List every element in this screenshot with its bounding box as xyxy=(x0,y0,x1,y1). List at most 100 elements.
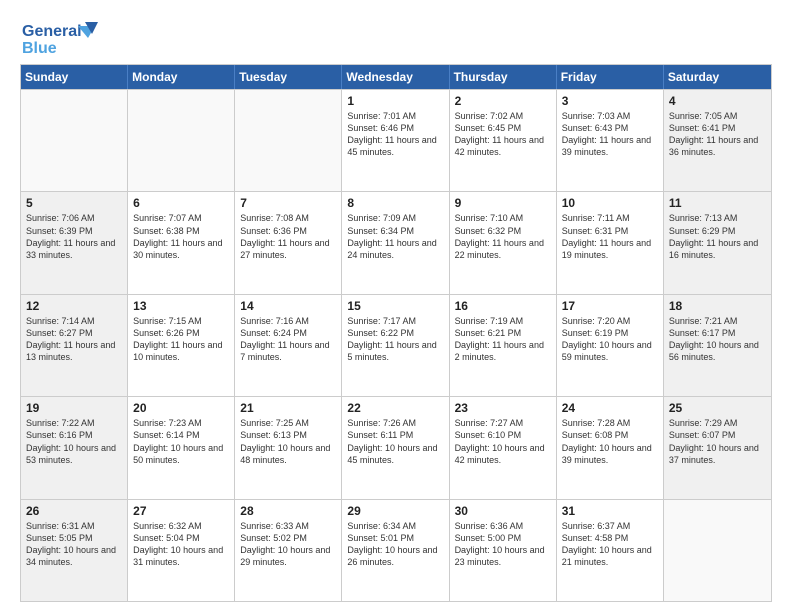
day-info: Sunrise: 7:09 AM Sunset: 6:34 PM Dayligh… xyxy=(347,212,443,261)
day-info: Sunrise: 7:22 AM Sunset: 6:16 PM Dayligh… xyxy=(26,417,122,466)
svg-text:Blue: Blue xyxy=(22,40,57,56)
day-info: Sunrise: 6:33 AM Sunset: 5:02 PM Dayligh… xyxy=(240,520,336,569)
calendar-cell: 18 Sunrise: 7:21 AM Sunset: 6:17 PM Dayli… xyxy=(664,295,771,396)
day-info: Sunrise: 7:03 AM Sunset: 6:43 PM Dayligh… xyxy=(562,110,658,159)
day-number: 18 xyxy=(669,299,766,313)
weekday-header: Sunday xyxy=(21,65,128,89)
calendar-week: 5Sunrise: 7:06 AM Sunset: 6:39 PM Daylig… xyxy=(21,191,771,293)
day-info: Sunrise: 7:14 AM Sunset: 6:27 PM Dayligh… xyxy=(26,315,122,364)
day-info: Sunrise: 7:10 AM Sunset: 6:32 PM Dayligh… xyxy=(455,212,551,261)
day-number: 9 xyxy=(455,196,551,210)
day-number: 16 xyxy=(455,299,551,313)
day-info: Sunrise: 7:13 AM Sunset: 6:29 PM Dayligh… xyxy=(669,212,766,261)
day-number: 6 xyxy=(133,196,229,210)
calendar-cell: 13 Sunrise: 7:15 AM Sunset: 6:26 PM Dayli… xyxy=(128,295,235,396)
calendar: SundayMondayTuesdayWednesdayThursdayFrid… xyxy=(20,64,772,602)
calendar-week: 12Sunrise: 7:14 AM Sunset: 6:27 PM Dayli… xyxy=(21,294,771,396)
day-info: Sunrise: 7:08 AM Sunset: 6:36 PM Dayligh… xyxy=(240,212,336,261)
calendar-cell: 3 Sunrise: 7:03 AM Sunset: 6:43 PM Daylig… xyxy=(557,90,664,191)
day-number: 26 xyxy=(26,504,122,518)
day-number: 24 xyxy=(562,401,658,415)
day-number: 14 xyxy=(240,299,336,313)
day-info: Sunrise: 7:17 AM Sunset: 6:22 PM Dayligh… xyxy=(347,315,443,364)
day-info: Sunrise: 6:32 AM Sunset: 5:04 PM Dayligh… xyxy=(133,520,229,569)
calendar-cell: 25Sunrise: 7:29 AM Sunset: 6:07 PM Dayli… xyxy=(664,397,771,498)
day-number: 4 xyxy=(669,94,766,108)
day-info: Sunrise: 6:34 AM Sunset: 5:01 PM Dayligh… xyxy=(347,520,443,569)
day-info: Sunrise: 7:21 AM Sunset: 6:17 PM Dayligh… xyxy=(669,315,766,364)
day-info: Sunrise: 6:31 AM Sunset: 5:05 PM Dayligh… xyxy=(26,520,122,569)
calendar-cell: 28 Sunrise: 6:33 AM Sunset: 5:02 PM Dayli… xyxy=(235,500,342,601)
weekday-header: Thursday xyxy=(450,65,557,89)
day-number: 8 xyxy=(347,196,443,210)
calendar-cell: 31Sunrise: 6:37 AM Sunset: 4:58 PM Dayli… xyxy=(557,500,664,601)
day-info: Sunrise: 7:23 AM Sunset: 6:14 PM Dayligh… xyxy=(133,417,229,466)
calendar-cell: 6 Sunrise: 7:07 AM Sunset: 6:38 PM Daylig… xyxy=(128,192,235,293)
calendar-cell: 20 Sunrise: 7:23 AM Sunset: 6:14 PM Dayli… xyxy=(128,397,235,498)
calendar-cell: 5Sunrise: 7:06 AM Sunset: 6:39 PM Daylig… xyxy=(21,192,128,293)
calendar-cell: 10Sunrise: 7:11 AM Sunset: 6:31 PM Dayli… xyxy=(557,192,664,293)
day-info: Sunrise: 7:19 AM Sunset: 6:21 PM Dayligh… xyxy=(455,315,551,364)
day-number: 19 xyxy=(26,401,122,415)
weekday-header: Wednesday xyxy=(342,65,449,89)
weekday-header: Tuesday xyxy=(235,65,342,89)
calendar-cell: 19 Sunrise: 7:22 AM Sunset: 6:16 PM Dayli… xyxy=(21,397,128,498)
calendar-cell: 9 Sunrise: 7:10 AM Sunset: 6:32 PM Daylig… xyxy=(450,192,557,293)
day-number: 29 xyxy=(347,504,443,518)
day-info: Sunrise: 6:36 AM Sunset: 5:00 PM Dayligh… xyxy=(455,520,551,569)
day-info: Sunrise: 7:06 AM Sunset: 6:39 PM Dayligh… xyxy=(26,212,122,261)
day-info: Sunrise: 7:07 AM Sunset: 6:38 PM Dayligh… xyxy=(133,212,229,261)
calendar-body: 1Sunrise: 7:01 AM Sunset: 6:46 PM Daylig… xyxy=(21,89,771,601)
calendar-week: 1Sunrise: 7:01 AM Sunset: 6:46 PM Daylig… xyxy=(21,89,771,191)
calendar-cell xyxy=(235,90,342,191)
day-number: 20 xyxy=(133,401,229,415)
day-number: 10 xyxy=(562,196,658,210)
calendar-cell: 4 Sunrise: 7:05 AM Sunset: 6:41 PM Daylig… xyxy=(664,90,771,191)
calendar-cell: 1Sunrise: 7:01 AM Sunset: 6:46 PM Daylig… xyxy=(342,90,449,191)
day-info: Sunrise: 7:20 AM Sunset: 6:19 PM Dayligh… xyxy=(562,315,658,364)
calendar-cell: 21 Sunrise: 7:25 AM Sunset: 6:13 PM Dayli… xyxy=(235,397,342,498)
logo: General Blue xyxy=(20,18,100,56)
calendar-cell: 12Sunrise: 7:14 AM Sunset: 6:27 PM Dayli… xyxy=(21,295,128,396)
day-number: 25 xyxy=(669,401,766,415)
day-number: 13 xyxy=(133,299,229,313)
day-number: 2 xyxy=(455,94,551,108)
calendar-cell: 15 Sunrise: 7:17 AM Sunset: 6:22 PM Dayli… xyxy=(342,295,449,396)
calendar-cell: 2 Sunrise: 7:02 AM Sunset: 6:45 PM Daylig… xyxy=(450,90,557,191)
day-number: 27 xyxy=(133,504,229,518)
calendar-cell: 8 Sunrise: 7:09 AM Sunset: 6:34 PM Daylig… xyxy=(342,192,449,293)
day-info: Sunrise: 7:15 AM Sunset: 6:26 PM Dayligh… xyxy=(133,315,229,364)
calendar-cell: 17 Sunrise: 7:20 AM Sunset: 6:19 PM Dayli… xyxy=(557,295,664,396)
day-number: 11 xyxy=(669,196,766,210)
calendar-cell xyxy=(664,500,771,601)
calendar-cell: 14 Sunrise: 7:16 AM Sunset: 6:24 PM Dayli… xyxy=(235,295,342,396)
day-info: Sunrise: 7:25 AM Sunset: 6:13 PM Dayligh… xyxy=(240,417,336,466)
calendar-cell: 29 Sunrise: 6:34 AM Sunset: 5:01 PM Dayli… xyxy=(342,500,449,601)
day-number: 30 xyxy=(455,504,551,518)
day-info: Sunrise: 7:28 AM Sunset: 6:08 PM Dayligh… xyxy=(562,417,658,466)
day-number: 15 xyxy=(347,299,443,313)
calendar-cell: 27 Sunrise: 6:32 AM Sunset: 5:04 PM Dayli… xyxy=(128,500,235,601)
day-info: Sunrise: 7:02 AM Sunset: 6:45 PM Dayligh… xyxy=(455,110,551,159)
day-number: 23 xyxy=(455,401,551,415)
day-number: 22 xyxy=(347,401,443,415)
calendar-cell: 24 Sunrise: 7:28 AM Sunset: 6:08 PM Dayli… xyxy=(557,397,664,498)
day-info: Sunrise: 7:16 AM Sunset: 6:24 PM Dayligh… xyxy=(240,315,336,364)
day-info: Sunrise: 7:05 AM Sunset: 6:41 PM Dayligh… xyxy=(669,110,766,159)
day-number: 3 xyxy=(562,94,658,108)
day-number: 17 xyxy=(562,299,658,313)
calendar-cell: 23 Sunrise: 7:27 AM Sunset: 6:10 PM Dayli… xyxy=(450,397,557,498)
weekday-header: Monday xyxy=(128,65,235,89)
calendar-cell xyxy=(21,90,128,191)
calendar-week: 26 Sunrise: 6:31 AM Sunset: 5:05 PM Dayli… xyxy=(21,499,771,601)
day-number: 1 xyxy=(347,94,443,108)
weekday-header: Saturday xyxy=(664,65,771,89)
calendar-cell: 16 Sunrise: 7:19 AM Sunset: 6:21 PM Dayli… xyxy=(450,295,557,396)
svg-text:General: General xyxy=(22,23,82,40)
calendar-cell: 22Sunrise: 7:26 AM Sunset: 6:11 PM Dayli… xyxy=(342,397,449,498)
day-number: 28 xyxy=(240,504,336,518)
calendar-week: 19 Sunrise: 7:22 AM Sunset: 6:16 PM Dayli… xyxy=(21,396,771,498)
day-number: 21 xyxy=(240,401,336,415)
calendar-cell: 7Sunrise: 7:08 AM Sunset: 6:36 PM Daylig… xyxy=(235,192,342,293)
day-info: Sunrise: 7:27 AM Sunset: 6:10 PM Dayligh… xyxy=(455,417,551,466)
